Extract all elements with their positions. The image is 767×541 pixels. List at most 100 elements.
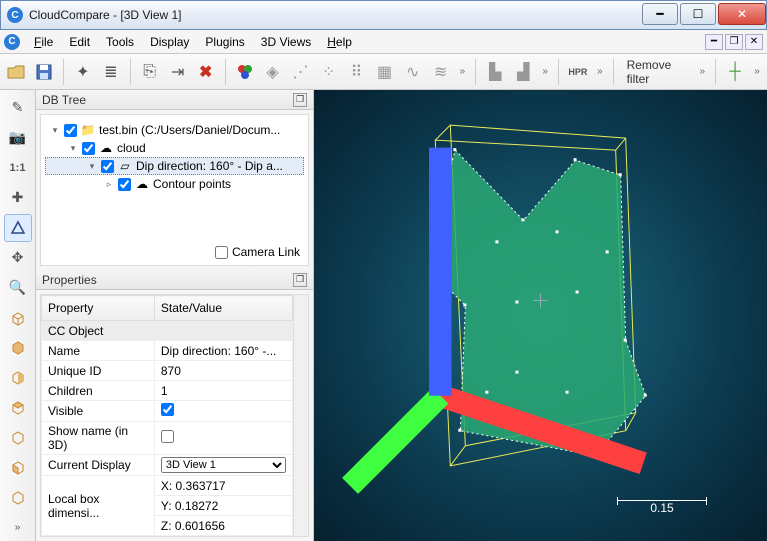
display-select[interactable]: 3D View 1: [161, 457, 286, 473]
leftbar-overflow[interactable]: »: [4, 513, 32, 541]
segment-button[interactable]: ✎: [4, 94, 32, 122]
colors-button[interactable]: [233, 58, 257, 86]
right-view-button[interactable]: [4, 483, 32, 511]
pick-center-button[interactable]: ✚: [4, 184, 32, 212]
menu-display[interactable]: Display: [142, 33, 197, 51]
prop-key: Show name (in 3D): [42, 422, 155, 455]
perspective-button[interactable]: [4, 214, 32, 242]
mdi-restore-button[interactable]: ❐: [725, 34, 743, 50]
camera-icon[interactable]: 📷: [4, 124, 32, 152]
tree-checkbox[interactable]: [82, 142, 95, 155]
tree-row-cloud[interactable]: ▾ ☁ cloud: [45, 139, 304, 157]
properties-scrollbar[interactable]: [293, 295, 308, 536]
menu-tools[interactable]: Tools: [98, 33, 142, 51]
db-tree[interactable]: ▾ 📁 test.bin (C:/Users/Daniel/Docum... ▾…: [41, 115, 308, 193]
left-view-button[interactable]: [4, 453, 32, 481]
expand-icon[interactable]: ▾: [49, 125, 61, 136]
menu-edit[interactable]: Edit: [61, 33, 98, 51]
close-button[interactable]: ✕: [718, 3, 766, 25]
prop-value: X: 0.363717: [154, 476, 292, 496]
toolbar1-overflow[interactable]: »: [457, 66, 469, 77]
folder-icon: 📁: [80, 122, 96, 138]
octree-button[interactable]: ▦: [373, 58, 397, 86]
app-icon: C: [7, 7, 23, 23]
expand-icon[interactable]: ▾: [86, 161, 98, 172]
histogram-button[interactable]: ▙: [483, 58, 507, 86]
toolbar4-overflow[interactable]: »: [696, 66, 708, 77]
app-menu-icon[interactable]: C: [4, 34, 20, 50]
cross-section-button[interactable]: ┼: [723, 58, 747, 86]
maximize-button[interactable]: ☐: [680, 3, 716, 25]
resample-button[interactable]: ⁘: [317, 58, 341, 86]
properties-header[interactable]: Properties ❐: [36, 270, 313, 290]
minimize-button[interactable]: ━: [642, 3, 678, 25]
clone-button[interactable]: ⎘: [138, 58, 162, 86]
3d-viewport[interactable]: 0.15: [314, 90, 767, 541]
tree-row-contour[interactable]: ▹ ☁ Contour points: [45, 175, 304, 193]
mesh-icon: ▱: [117, 158, 133, 174]
showname-checkbox[interactable]: [161, 430, 174, 443]
camera-link-checkbox[interactable]: [215, 246, 228, 259]
iso-view-button[interactable]: [4, 304, 32, 332]
density-button[interactable]: ⠿: [345, 58, 369, 86]
expand-icon[interactable]: ▹: [103, 179, 115, 190]
icp-button[interactable]: ≋: [429, 58, 453, 86]
view-toolbar: ✎ 📷 1:1 ✚ ✥ 🔍 »: [0, 90, 36, 541]
tree-row-dip[interactable]: ▾ ▱ Dip direction: 160° - Dip a...: [45, 157, 304, 175]
prop-key: Visible: [42, 401, 155, 422]
camera-link-label: Camera Link: [232, 245, 300, 259]
toolbar5-overflow[interactable]: »: [751, 66, 763, 77]
normals-button[interactable]: ◈: [261, 58, 285, 86]
toolbar2-overflow[interactable]: »: [539, 66, 551, 77]
tree-checkbox[interactable]: [64, 124, 77, 137]
translate-button[interactable]: ✥: [4, 244, 32, 272]
back-view-button[interactable]: [4, 363, 32, 391]
camera-link-row[interactable]: Camera Link: [215, 245, 300, 259]
front-view-button[interactable]: [4, 334, 32, 362]
visible-checkbox[interactable]: [161, 403, 174, 416]
tree-label: Contour points: [153, 177, 231, 191]
toolbar3-overflow[interactable]: »: [594, 66, 606, 77]
prop-value: 870: [154, 361, 292, 381]
prop-key: Local box dimensi...: [42, 476, 155, 536]
zoom-1to1-button[interactable]: 1:1: [4, 154, 32, 182]
dbtree-dock-icon[interactable]: ❐: [293, 93, 307, 107]
menubar: C File Edit Tools Display Plugins 3D Vie…: [0, 30, 767, 54]
merge-button[interactable]: ⇥: [166, 58, 190, 86]
properties-table: Property State/Value CC Object NameDip d…: [41, 295, 293, 536]
tree-label: cloud: [117, 141, 146, 155]
delete-button[interactable]: ✖: [194, 58, 218, 86]
menu-plugins[interactable]: Plugins: [197, 33, 252, 51]
cloud-icon: ☁: [98, 140, 114, 156]
dbtree-panel: DB Tree ❐ ▾ 📁 test.bin (C:/Users/Daniel/…: [36, 90, 313, 270]
subsample-button[interactable]: ⋰: [289, 58, 313, 86]
dbtree-header[interactable]: DB Tree ❐: [36, 90, 313, 110]
trihedron-icon: [314, 90, 757, 531]
stats-button[interactable]: ∿: [401, 58, 425, 86]
col-state[interactable]: State/Value: [154, 296, 292, 321]
bottom-view-button[interactable]: [4, 423, 32, 451]
tree-row-root[interactable]: ▾ 📁 test.bin (C:/Users/Daniel/Docum...: [45, 121, 304, 139]
save-button[interactable]: [32, 58, 56, 86]
hpr-button[interactable]: HPR: [566, 58, 590, 86]
expand-icon[interactable]: ▾: [67, 143, 79, 154]
point-pick-button[interactable]: ✦: [71, 58, 95, 86]
point-list-button[interactable]: ≣: [99, 58, 123, 86]
open-button[interactable]: [4, 58, 28, 86]
properties-dock-icon[interactable]: ❐: [293, 273, 307, 287]
tree-checkbox[interactable]: [101, 160, 114, 173]
menu-file[interactable]: File: [26, 33, 61, 51]
top-view-button[interactable]: [4, 393, 32, 421]
tree-checkbox[interactable]: [118, 178, 131, 191]
col-property[interactable]: Property: [42, 296, 155, 321]
tree-label: test.bin (C:/Users/Daniel/Docum...: [99, 123, 280, 137]
zoom-button[interactable]: 🔍: [4, 274, 32, 302]
scalar-button[interactable]: ▟: [511, 58, 535, 86]
prop-value: Y: 0.18272: [154, 496, 292, 516]
prop-value: 1: [154, 381, 292, 401]
remove-filter-button[interactable]: Remove filter: [621, 58, 693, 86]
mdi-close-button[interactable]: ✕: [745, 34, 763, 50]
menu-help[interactable]: Help: [319, 33, 360, 51]
mdi-minimize-button[interactable]: ━: [705, 34, 723, 50]
menu-3dviews[interactable]: 3D Views: [253, 33, 319, 51]
